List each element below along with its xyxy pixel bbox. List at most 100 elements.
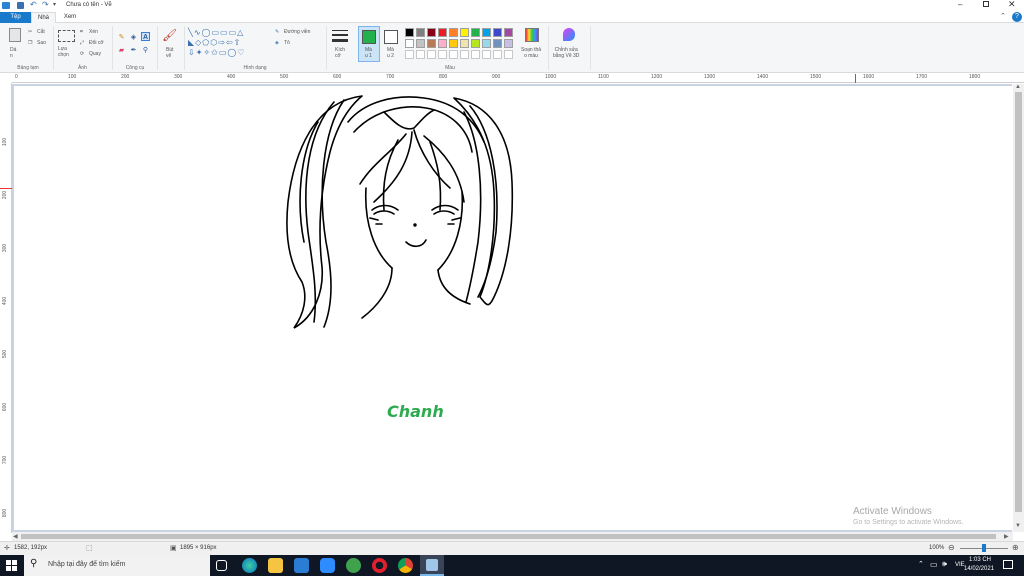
palette-swatch-empty[interactable]	[449, 50, 458, 59]
canvas-text[interactable]: Chanh	[387, 402, 444, 421]
resize-icon[interactable]: ⤢	[80, 40, 84, 46]
notification-icon[interactable]	[1003, 560, 1013, 569]
palette-swatch[interactable]	[504, 39, 513, 48]
scroll-left-icon[interactable]: ◀	[13, 533, 18, 540]
color2-swatch[interactable]	[384, 30, 398, 44]
paste-icon[interactable]	[9, 28, 21, 42]
size-icon[interactable]	[332, 30, 348, 44]
drawing-canvas[interactable]: Chanh	[14, 86, 1012, 530]
palette-swatch-empty[interactable]	[471, 50, 480, 59]
crop-icon[interactable]: ⌗	[80, 29, 83, 35]
scroll-thumb[interactable]	[1015, 92, 1022, 512]
palette-swatch[interactable]	[438, 28, 447, 37]
palette-swatch-empty[interactable]	[438, 50, 447, 59]
scroll-right-icon[interactable]: ▶	[1004, 533, 1009, 540]
fill-icon[interactable]: ◈	[129, 33, 138, 42]
paste-button[interactable]: Dá n	[10, 47, 16, 59]
shapes-gallery[interactable]: ╲∿◯▭▭▭△ ◣◇⬠⬡⇨⇦⇧ ⇩✦✧✩▭◯♡	[188, 28, 270, 58]
ribbon-collapse-icon[interactable]: ⌃	[1000, 12, 1006, 20]
palette-swatch[interactable]	[493, 39, 502, 48]
zoom-app-icon[interactable]	[320, 558, 335, 573]
task-view-icon[interactable]	[216, 560, 227, 571]
tray-chevron-icon[interactable]: ⌃	[918, 560, 924, 568]
scroll-thumb[interactable]	[21, 534, 996, 539]
palette-swatch[interactable]	[471, 28, 480, 37]
cut-button[interactable]: Cắt	[37, 29, 45, 35]
palette-swatch[interactable]	[482, 28, 491, 37]
paint3d-button[interactable]: Chỉnh sửa bằng Vẽ 3D	[553, 47, 579, 59]
zoom-in-icon[interactable]: ⊕	[1012, 543, 1019, 552]
palette-swatch[interactable]	[482, 39, 491, 48]
save-icon[interactable]	[17, 2, 24, 9]
palette-swatch[interactable]	[416, 39, 425, 48]
fill-shape-icon[interactable]: ◈	[275, 40, 279, 46]
brushes-icon[interactable]: 🖌	[162, 28, 178, 43]
magnifier-icon[interactable]: ⚲	[141, 46, 150, 55]
rotate-button[interactable]: Quay	[89, 51, 101, 57]
palette-swatch-empty[interactable]	[493, 50, 502, 59]
tab-view[interactable]: Xem	[58, 12, 82, 23]
color2-label[interactable]: Mà u 2	[387, 47, 394, 59]
brushes-button[interactable]: Bút vẽ	[166, 47, 174, 59]
minimize-icon[interactable]: –	[958, 0, 962, 9]
taskbar-search-box[interactable]: ⚲ Nhập tại đây để tìm kiếm	[24, 555, 210, 576]
edit-colors-icon[interactable]	[525, 28, 539, 42]
outline-dropdown[interactable]: Đường viền	[284, 29, 310, 35]
opera-icon[interactable]	[372, 558, 387, 573]
mail-icon[interactable]	[294, 558, 309, 573]
palette-swatch-empty[interactable]	[482, 50, 491, 59]
fill-dropdown[interactable]: Tô	[284, 40, 290, 46]
clock-date[interactable]: 14/02/2021	[964, 566, 994, 572]
tab-file[interactable]: Tệp	[0, 12, 31, 23]
palette-swatch[interactable]	[427, 39, 436, 48]
edit-colors-button[interactable]: Soạn thả o màu	[521, 47, 541, 59]
palette-swatch-empty[interactable]	[427, 50, 436, 59]
palette-swatch[interactable]	[504, 28, 513, 37]
help-icon[interactable]: ?	[1012, 12, 1022, 22]
crop-button[interactable]: Xén	[89, 29, 98, 35]
select-button[interactable]: Lựa chọn	[58, 46, 69, 58]
close-icon[interactable]: ✕	[1008, 0, 1016, 10]
cut-icon[interactable]: ✂	[28, 29, 32, 35]
network-icon[interactable]: ▭	[930, 560, 938, 569]
palette-swatch-empty[interactable]	[416, 50, 425, 59]
size-button[interactable]: Kích cỡ	[335, 47, 345, 59]
color-picker-icon[interactable]: ✒	[129, 46, 138, 55]
palette-swatch[interactable]	[405, 28, 414, 37]
clock-time[interactable]: 1:03 CH	[969, 557, 991, 563]
palette-swatch-empty[interactable]	[405, 50, 414, 59]
redo-icon[interactable]: ↷	[42, 0, 49, 9]
pencil-icon[interactable]: ✎	[117, 33, 126, 42]
green-app-icon[interactable]	[346, 558, 361, 573]
paint3d-icon[interactable]	[563, 28, 575, 41]
resize-button[interactable]: Đổi cỡ	[89, 40, 104, 46]
scroll-up-icon[interactable]: ▲	[1015, 84, 1021, 90]
palette-swatch[interactable]	[416, 28, 425, 37]
palette-swatch-empty[interactable]	[460, 50, 469, 59]
palette-swatch[interactable]	[449, 39, 458, 48]
palette-swatch[interactable]	[449, 28, 458, 37]
tab-home[interactable]: Nhà	[31, 12, 56, 23]
zoom-slider-thumb[interactable]	[982, 544, 986, 552]
chrome-icon[interactable]	[398, 558, 413, 573]
palette-swatch-empty[interactable]	[504, 50, 513, 59]
palette-swatch[interactable]	[460, 28, 469, 37]
scroll-down-icon[interactable]: ▼	[1015, 523, 1021, 529]
undo-icon[interactable]: ↶	[30, 0, 37, 9]
start-icon[interactable]	[6, 560, 17, 571]
restore-icon[interactable]	[983, 1, 989, 7]
palette-swatch[interactable]	[460, 39, 469, 48]
palette-swatch[interactable]	[427, 28, 436, 37]
text-icon[interactable]: A	[141, 32, 150, 41]
palette-swatch[interactable]	[493, 28, 502, 37]
select-icon[interactable]	[58, 30, 75, 42]
palette-swatch[interactable]	[438, 39, 447, 48]
zoom-out-icon[interactable]: ⊖	[948, 543, 955, 552]
quick-access-dropdown-icon[interactable]: ▾	[53, 1, 56, 8]
outline-icon[interactable]: ✎	[275, 29, 279, 35]
copy-button[interactable]: Sao	[37, 40, 46, 46]
rotate-icon[interactable]: ⟳	[80, 51, 84, 57]
eraser-icon[interactable]: ▰	[117, 46, 126, 55]
file-explorer-icon[interactable]	[268, 558, 283, 573]
palette-swatch[interactable]	[471, 39, 480, 48]
